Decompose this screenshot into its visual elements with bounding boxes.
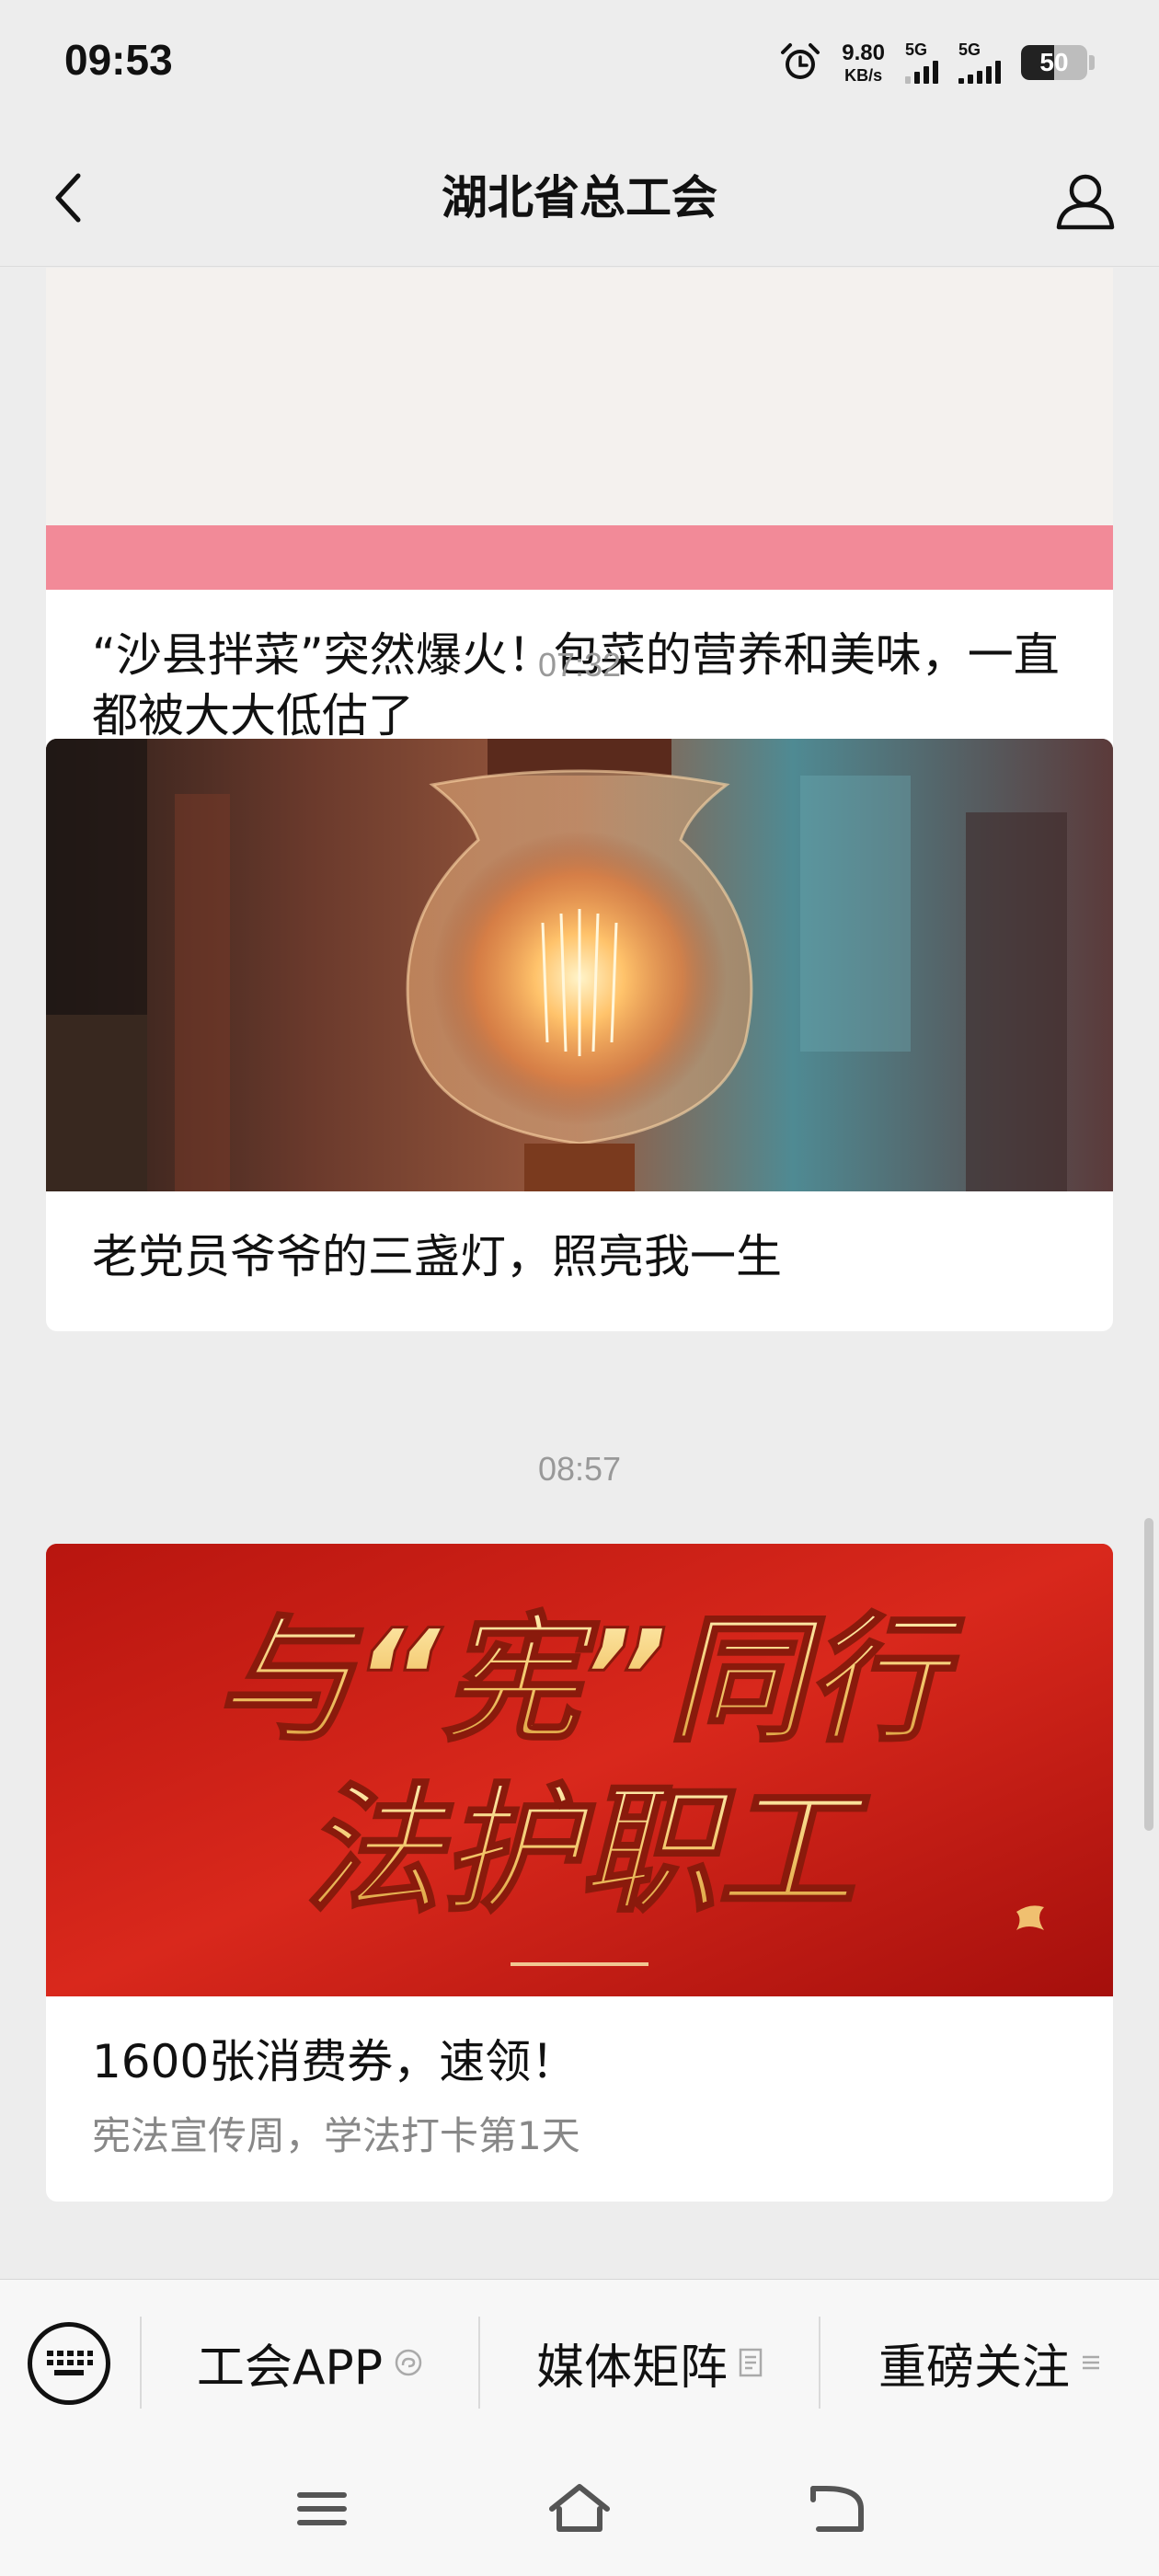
menu-item-media-matrix[interactable]: 媒体矩阵	[480, 2317, 819, 2409]
net-speed-value: 9.80	[842, 40, 885, 65]
menu-item-label: 工会APP	[196, 2340, 384, 2396]
person-icon	[1056, 174, 1115, 230]
return-icon	[810, 2486, 864, 2532]
battery-tip	[1089, 55, 1095, 70]
keyboard-icon	[47, 2351, 93, 2375]
banner-line-1: 与“宪”同行	[214, 1601, 964, 1761]
article-card[interactable]: “沙县拌菜”突然爆火！包菜的营养和美味，一直都被大大低估了	[46, 268, 1113, 792]
menu-item-label: 重磅关注	[878, 2340, 1070, 2396]
battery-level: 50	[1039, 48, 1069, 76]
article-cover-image	[46, 739, 1113, 1191]
article-cover-image	[46, 268, 1113, 590]
profile-button[interactable]	[1049, 164, 1122, 237]
status-bar: 09:53 9.80 KB/s 5G 5G 50	[0, 0, 1159, 129]
status-icons: 9.80 KB/s 5G 5G 50	[779, 37, 1095, 88]
signal-bars-icon	[958, 60, 1001, 84]
menu-icon	[297, 2492, 347, 2525]
article-feed[interactable]: “沙县拌菜”突然爆火！包菜的营养和美味，一直都被大大低估了 07:32 老党员爷…	[0, 268, 1159, 2279]
menu-item-label: 媒体矩阵	[535, 2340, 728, 2396]
article-subtitle: 宪法宣传周，学法打卡第1天	[92, 2113, 580, 2158]
nav-bar: 湖北省总工会	[0, 129, 1159, 267]
system-navigation-bar	[0, 2444, 1159, 2576]
article-cover-image: 与“宪”同行 法护职工	[46, 1544, 1113, 1996]
menu-item-union-app[interactable]: 工会APP	[142, 2317, 478, 2409]
cover-pink-strip	[46, 525, 1113, 590]
official-account-menu: 工会APP 媒体矩阵 重磅关注	[0, 2279, 1159, 2444]
status-time: 09:53	[64, 36, 173, 84]
sim1-label: 5G	[905, 40, 928, 59]
message-timestamp: 07:32	[537, 646, 622, 684]
page-title: 湖北省总工会	[442, 171, 717, 224]
alarm-icon	[781, 43, 820, 79]
article-title: 1600张消费券，速领！	[92, 2035, 578, 2088]
article-card[interactable]: 与“宪”同行 法护职工 1600张消费券，速领！ 宪法宣传周，学法打卡第1天	[46, 1544, 1113, 2202]
battery-icon: 50	[1021, 45, 1087, 80]
net-speed: 9.80 KB/s	[842, 40, 885, 85]
lamp-photo	[46, 739, 1113, 1191]
message-timestamp: 08:57	[537, 1450, 622, 1488]
menu-lines-icon	[1081, 2352, 1101, 2373]
mini-program-icon	[394, 2348, 423, 2377]
article-card[interactable]: 老党员爷爷的三盏灯，照亮我一生	[46, 739, 1113, 1331]
constitution-banner: 与“宪”同行 法护职工	[46, 1544, 1113, 1996]
menu-item-featured[interactable]: 重磅关注	[820, 2317, 1159, 2409]
signal-sim1: 5G	[905, 41, 938, 84]
document-icon	[739, 2348, 763, 2377]
article-title: 老党员爷爷的三盏灯，照亮我一生	[92, 1230, 782, 1283]
back-nav-button[interactable]	[800, 2472, 874, 2546]
sim2-label: 5G	[958, 40, 981, 59]
keyboard-toggle-button[interactable]	[28, 2322, 110, 2405]
net-speed-unit: KB/s	[844, 65, 883, 85]
signal-bars-icon	[905, 60, 938, 84]
banner-line-2: 法护职工	[304, 1771, 870, 1931]
home-button[interactable]	[543, 2472, 616, 2546]
home-icon	[549, 2484, 610, 2532]
recent-apps-button[interactable]	[285, 2472, 359, 2546]
scrollbar[interactable]	[1144, 1518, 1153, 1831]
signal-sim2: 5G	[958, 41, 1001, 84]
